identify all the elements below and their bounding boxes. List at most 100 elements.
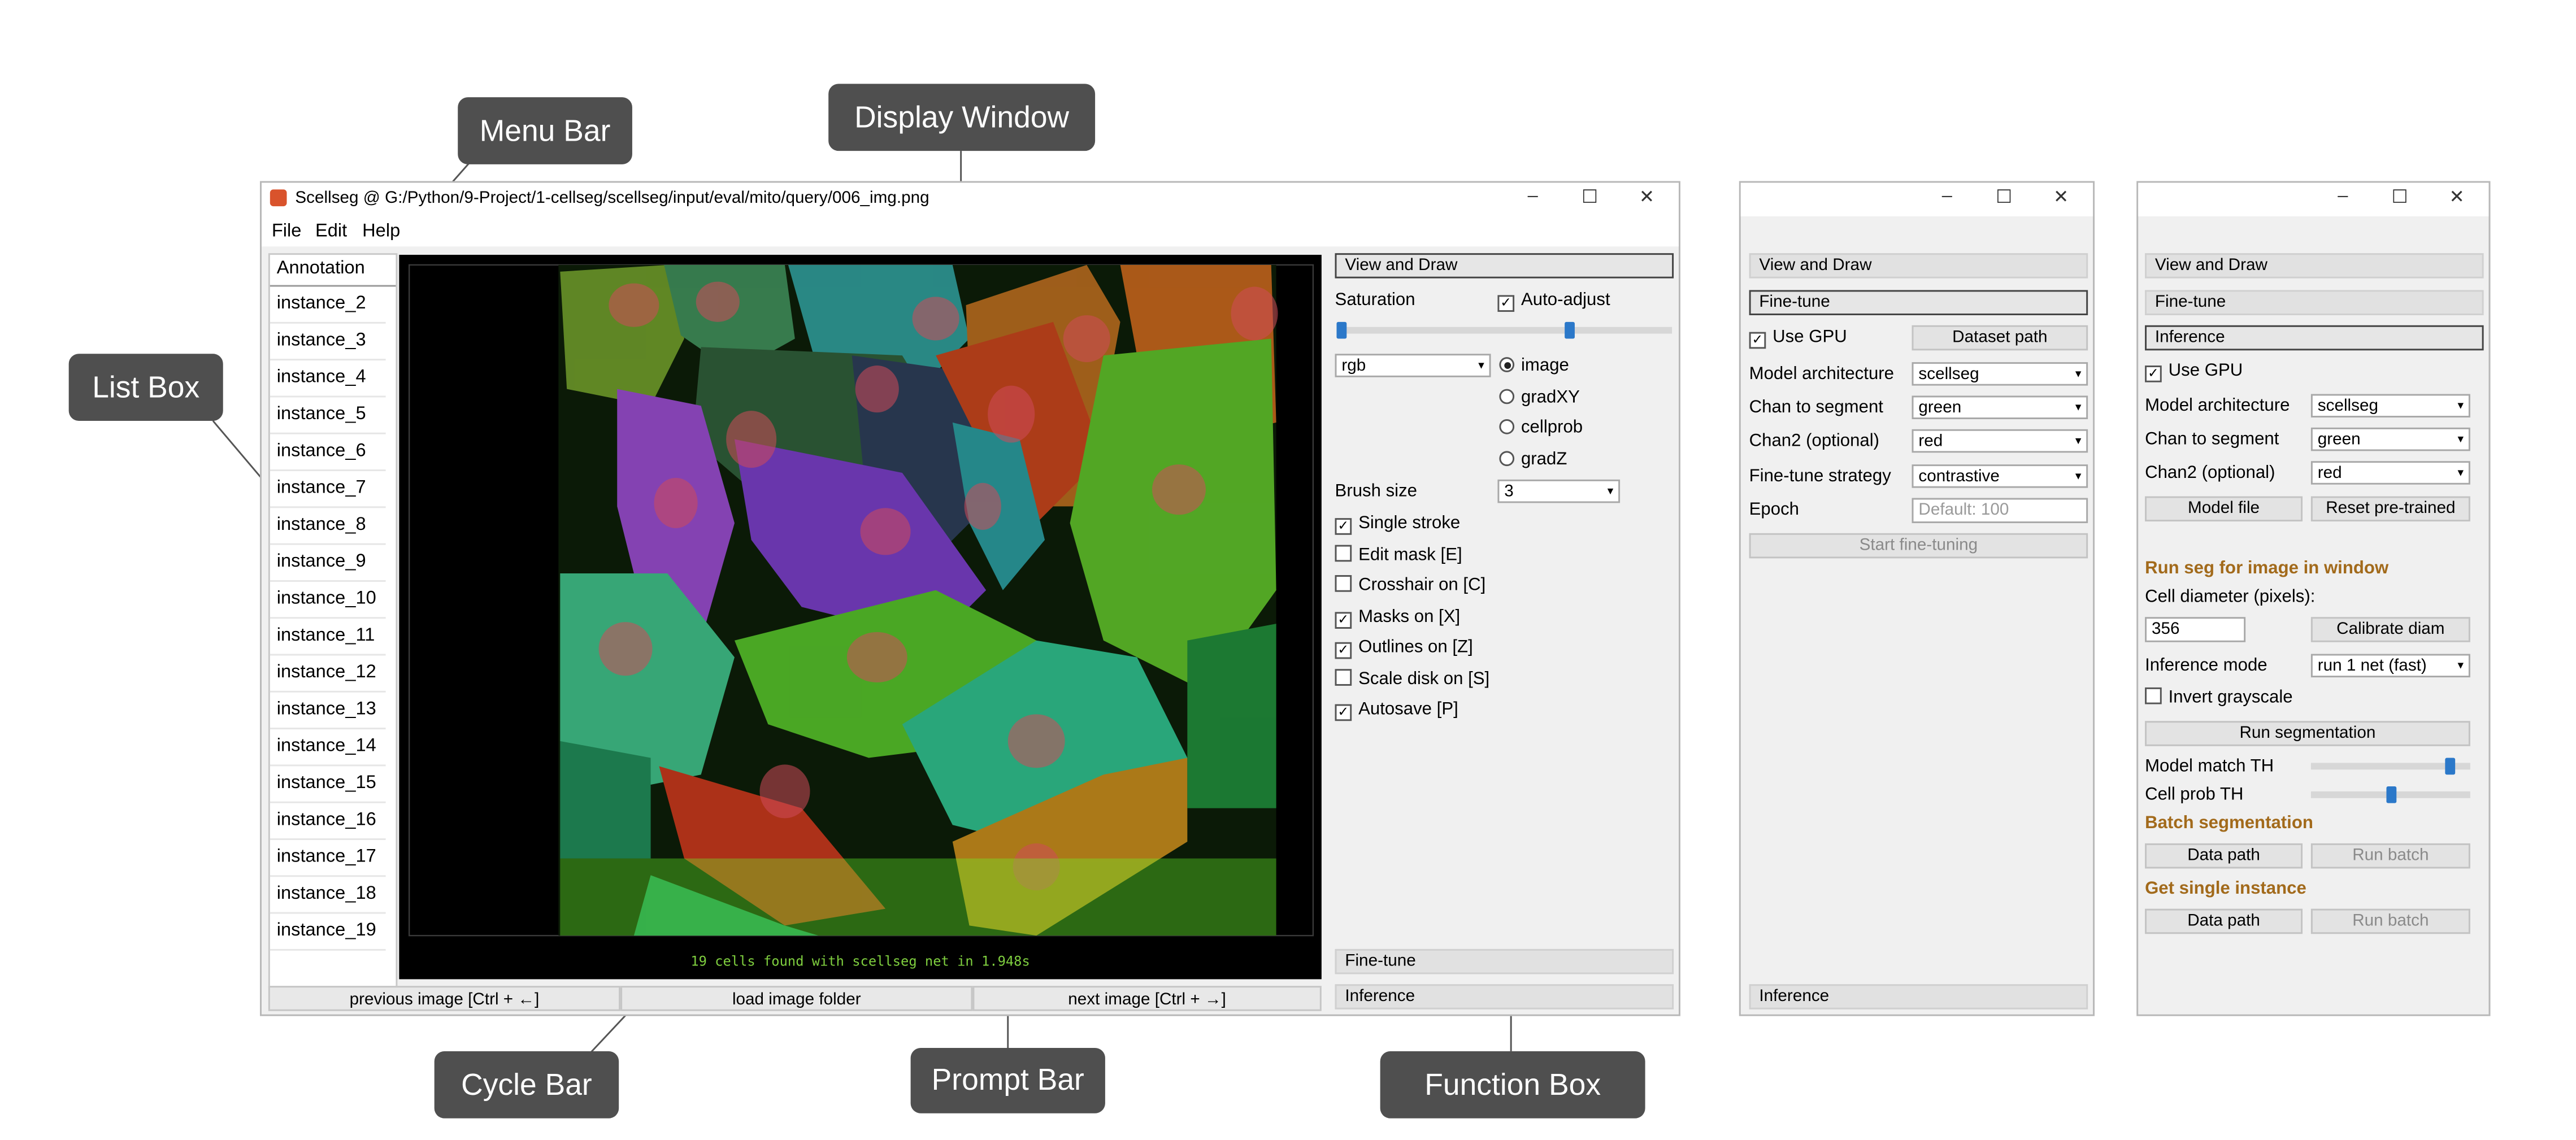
calibrate-diam-button[interactable]: Calibrate diam [2310, 617, 2470, 642]
view-and-draw-header[interactable]: View and Draw [1749, 253, 2088, 279]
maximize-icon[interactable]: ☐ [2386, 186, 2413, 208]
option-checkbox[interactable]: ✓ Autosave [P] [1335, 699, 1458, 721]
close-icon[interactable]: ✕ [2048, 186, 2074, 208]
single-run-button[interactable]: Run batch [2310, 908, 2470, 934]
menu-file[interactable]: File [272, 221, 302, 242]
view-and-draw-header[interactable]: View and Draw [2145, 253, 2484, 279]
list-item[interactable]: instance_9 [270, 545, 386, 582]
list-item[interactable]: instance_11 [270, 619, 386, 656]
cell-diameter-input[interactable]: 356 [2145, 617, 2246, 642]
chan2-value: red [2317, 464, 2342, 483]
maximize-icon[interactable]: ☐ [1576, 186, 1603, 208]
fine-tune-header[interactable]: Fine-tune [1749, 290, 2088, 315]
option-checkbox[interactable]: ✓ Outlines on [Z] [1335, 637, 1473, 659]
run-segmentation-button[interactable]: Run segmentation [2145, 721, 2470, 746]
fine-tune-header[interactable]: Fine-tune [2145, 290, 2484, 315]
list-item[interactable]: instance_14 [270, 729, 386, 767]
menu-help[interactable]: Help [362, 221, 400, 242]
main-title-bar: Scellseg @ G:/Python/9-Project/1-cellseg… [262, 182, 1679, 216]
inference-header[interactable]: Inference [2145, 325, 2484, 351]
saturation-high-handle[interactable] [1564, 321, 1575, 339]
invert-grayscale-checkbox[interactable]: Invert grayscale [2145, 687, 2293, 708]
fine-tune-header[interactable]: Fine-tune [1335, 948, 1674, 974]
single-data-path-button[interactable]: Data path [2145, 908, 2303, 934]
list-item[interactable]: instance_17 [270, 840, 386, 877]
saturation-low-handle[interactable] [1336, 321, 1347, 339]
model-architecture-select[interactable]: scellseg ▾ [1912, 362, 2088, 386]
load-image-folder-button[interactable]: load image folder [620, 986, 973, 1011]
model-architecture-select[interactable]: scellseg ▾ [2310, 394, 2470, 418]
use-gpu-checkbox[interactable]: ✓ Use GPU [2145, 360, 2243, 382]
list-item[interactable]: instance_7 [270, 471, 386, 508]
radio-cellprob[interactable]: cellprob [1499, 417, 1583, 438]
list-item[interactable]: instance_4 [270, 360, 386, 398]
brush-size-select[interactable]: 3 ▾ [1497, 479, 1621, 503]
cell-prob-slider[interactable] [2310, 786, 2470, 803]
option-checkbox[interactable]: Edit mask [E] [1335, 544, 1462, 564]
chan2-select[interactable]: red ▾ [1912, 429, 2088, 453]
list-item[interactable]: instance_8 [270, 508, 386, 545]
reset-pretrained-button[interactable]: Reset pre-trained [2310, 496, 2470, 522]
chan2-select[interactable]: red ▾ [2310, 461, 2470, 485]
option-checkbox[interactable]: Scale disk on [S] [1335, 668, 1490, 689]
use-gpu-label: Use GPU [1773, 327, 1847, 347]
list-item[interactable]: instance_19 [270, 914, 386, 951]
inference-header[interactable]: Inference [1749, 984, 2088, 1010]
display-window-callout: Display Window [828, 84, 1096, 151]
auto-adjust-checkbox[interactable]: ✓ Auto-adjust [1497, 290, 1610, 312]
list-item[interactable]: instance_16 [270, 803, 386, 840]
list-item[interactable]: instance_13 [270, 693, 386, 730]
use-gpu-checkbox[interactable]: ✓ Use GPU [1749, 327, 1847, 349]
list-item[interactable]: instance_6 [270, 434, 386, 472]
epoch-input[interactable]: Default: 100 [1912, 498, 2088, 524]
next-image-button[interactable]: next image [Ctrl + →] [972, 986, 1322, 1011]
strategy-select[interactable]: contrastive ▾ [1912, 464, 2088, 488]
option-checkbox[interactable]: ✓ Masks on [X] [1335, 606, 1460, 628]
view-and-draw-header[interactable]: View and Draw [1335, 253, 1674, 279]
brush-size-value: 3 [1504, 482, 1514, 502]
maximize-icon[interactable]: ☐ [1991, 186, 2017, 208]
close-icon[interactable]: ✕ [1634, 186, 1660, 208]
list-item[interactable]: instance_18 [270, 877, 386, 914]
chan-select[interactable]: green ▾ [2310, 427, 2470, 451]
list-item[interactable]: instance_10 [270, 582, 386, 619]
function-box-callout: Function Box [1380, 1051, 1645, 1119]
radio-gradz[interactable]: gradZ [1499, 449, 1567, 469]
chan-select[interactable]: green ▾ [1912, 395, 2088, 419]
annotation-list-box[interactable]: Annotation instance_2 instance_3 instance_… [268, 253, 398, 988]
batch-data-path-button[interactable]: Data path [2145, 843, 2303, 869]
radio-gradxy[interactable]: gradXY [1499, 388, 1580, 407]
cycle-bar: previous image [Ctrl + ←] load image fol… [268, 986, 1322, 1012]
color-mode-select[interactable]: rgb ▾ [1335, 354, 1491, 377]
minimize-icon[interactable]: – [1519, 186, 1546, 206]
option-label: Scale disk on [S] [1358, 668, 1490, 689]
start-fine-tuning-button[interactable]: Start fine-tuning [1749, 533, 2088, 559]
saturation-slider[interactable] [1336, 321, 1673, 339]
option-checkbox[interactable]: ✓ Single stroke [1335, 513, 1460, 535]
model-match-slider[interactable] [2310, 758, 2470, 775]
radio-off-icon [1499, 389, 1515, 404]
list-item[interactable]: instance_12 [270, 655, 386, 693]
dataset-path-button[interactable]: Dataset path [1912, 325, 2088, 351]
inference-mode-select[interactable]: run 1 net (fast) ▾ [2310, 654, 2470, 678]
radio-image[interactable]: image [1499, 355, 1569, 376]
previous-image-button[interactable]: previous image [Ctrl + ←] [268, 986, 621, 1011]
display-window[interactable] [399, 255, 1322, 980]
invert-grayscale-label: Invert grayscale [2168, 687, 2293, 708]
finetune-window: – ☐ ✕ View and Draw Fine-tune ✓ Use GPU D… [1739, 181, 2095, 1016]
model-match-handle[interactable] [2445, 758, 2456, 775]
minimize-icon[interactable]: – [1934, 186, 1960, 206]
list-item[interactable]: instance_5 [270, 397, 386, 434]
chevron-down-icon: ▾ [2457, 434, 2464, 446]
minimize-icon[interactable]: – [2330, 186, 2356, 206]
cell-prob-handle[interactable] [2385, 786, 2396, 803]
option-checkbox[interactable]: Crosshair on [C] [1335, 575, 1485, 595]
model-file-button[interactable]: Model file [2145, 496, 2303, 522]
list-item[interactable]: instance_15 [270, 766, 386, 803]
list-item[interactable]: instance_2 [270, 287, 386, 324]
menu-edit[interactable]: Edit [315, 221, 347, 242]
batch-run-button[interactable]: Run batch [2310, 843, 2470, 869]
inference-header[interactable]: Inference [1335, 984, 1674, 1010]
close-icon[interactable]: ✕ [2443, 186, 2470, 208]
list-item[interactable]: instance_3 [270, 324, 386, 361]
